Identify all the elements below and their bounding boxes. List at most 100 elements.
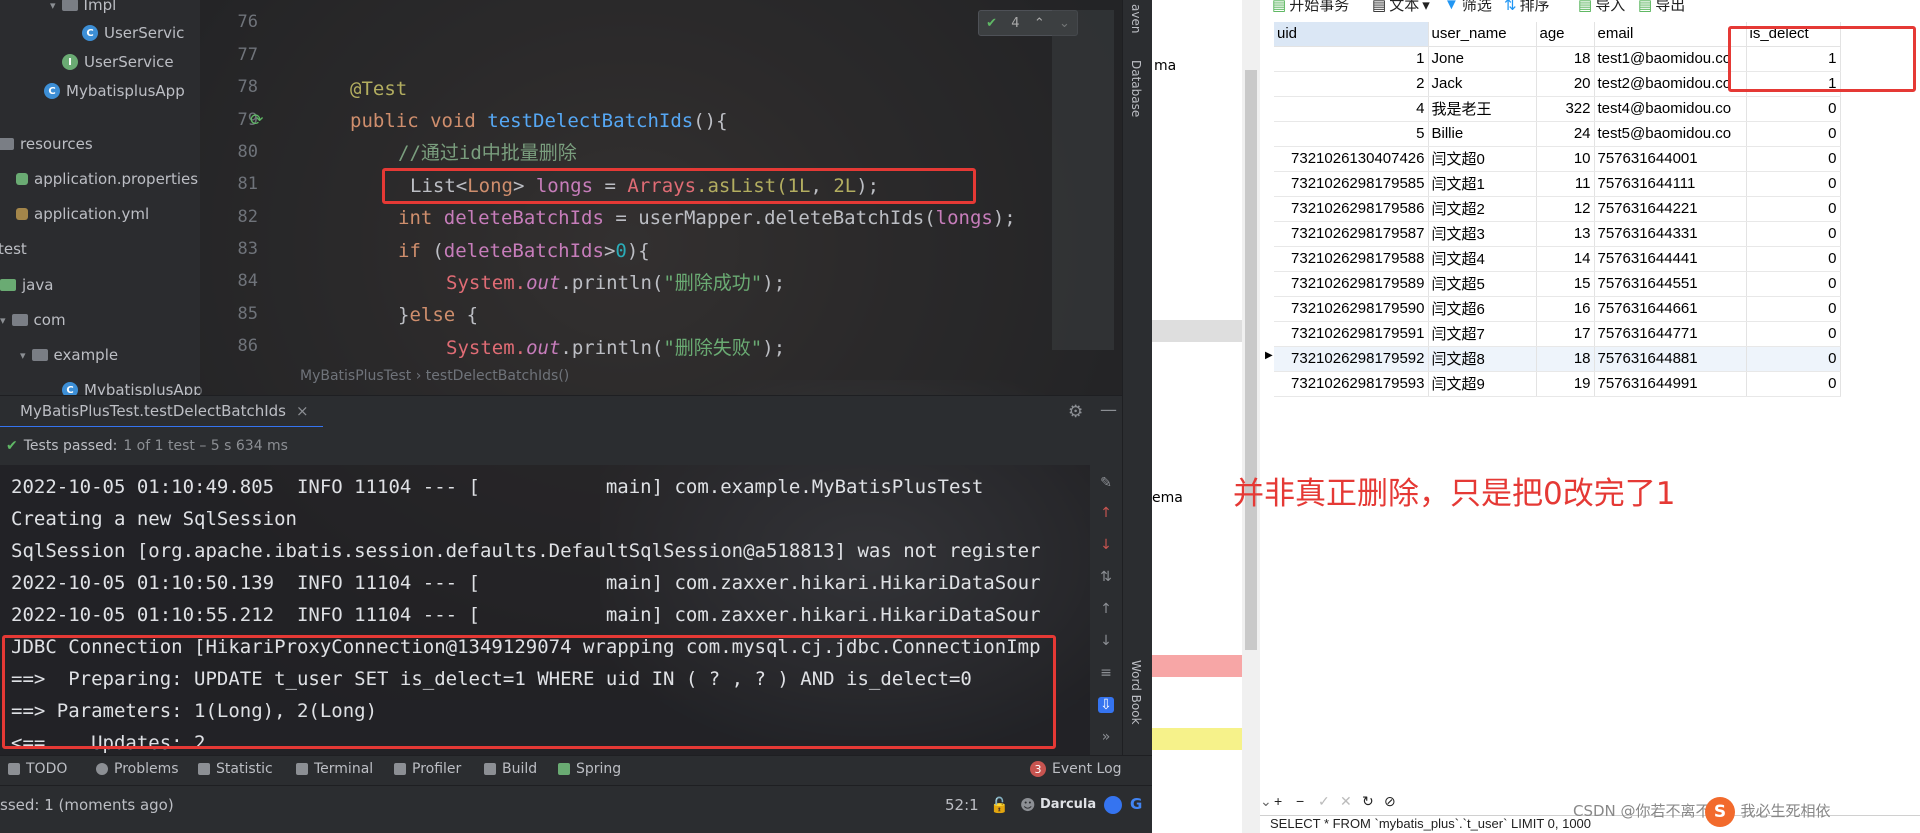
google-icon[interactable]: G: [1130, 795, 1142, 813]
gear-icon[interactable]: ⚙: [1068, 402, 1083, 422]
tree-item-test[interactable]: test: [0, 238, 27, 260]
table-row[interactable]: 5 Billie 24 test5@baomidou.co 0: [1274, 121, 1841, 147]
cell-uid[interactable]: 7321026298179590: [1274, 296, 1429, 322]
maven-tool-tab[interactable]: aven: [1129, 4, 1143, 33]
cell-is-delect[interactable]: 0: [1746, 371, 1841, 397]
cell-email[interactable]: 757631644441: [1594, 246, 1747, 272]
cell-is-delect[interactable]: 0: [1746, 221, 1841, 247]
scroll-to-end-icon[interactable]: ⇩: [1098, 697, 1114, 713]
tab-profiler[interactable]: Profiler: [394, 761, 461, 777]
table-row[interactable]: 7321026298179588 闫文超4 14 757631644441 0: [1274, 246, 1841, 272]
tab-terminal[interactable]: Terminal: [296, 761, 373, 777]
cell-uid[interactable]: 7321026298179588: [1274, 246, 1429, 272]
refresh-button[interactable]: ↻: [1362, 793, 1374, 810]
cell-is-delect[interactable]: 0: [1746, 171, 1841, 197]
cell-uid[interactable]: 7321026298179589: [1274, 271, 1429, 297]
tree-item-userservice-impl[interactable]: C UserServic: [82, 22, 184, 44]
column-header-uid[interactable]: uid: [1274, 22, 1429, 47]
vertical-scrollbar[interactable]: [1242, 0, 1260, 833]
table-row[interactable]: 7321026298179587 闫文超3 13 757631644331 0: [1274, 221, 1841, 247]
cell-is-delect[interactable]: 0: [1746, 271, 1841, 297]
table-row[interactable]: 7321026298179586 闫文超2 12 757631644221 0: [1274, 196, 1841, 222]
tree-item-application-yml[interactable]: application.yml: [16, 203, 149, 225]
cell-age[interactable]: 10: [1536, 146, 1595, 172]
cell-email[interactable]: 757631644001: [1594, 146, 1747, 172]
cell-age[interactable]: 16: [1536, 296, 1595, 322]
table-row[interactable]: 7321026298179585 闫文超1 11 757631644111 0: [1274, 171, 1841, 197]
table-row[interactable]: 7321026298179591 闫文超7 17 757631644771 0: [1274, 321, 1841, 347]
cell-email[interactable]: test1@baomidou.co: [1594, 46, 1747, 72]
cell-age[interactable]: 11: [1536, 171, 1595, 197]
cell-age[interactable]: 24: [1536, 121, 1595, 147]
table-row[interactable]: 7321026130407426 闫文超0 10 757631644001 0: [1274, 146, 1841, 172]
cell-age[interactable]: 12: [1536, 196, 1595, 222]
cell-email[interactable]: 757631644991: [1594, 371, 1747, 397]
caret-position[interactable]: 52:1: [945, 796, 979, 814]
cell-is-delect[interactable]: 0: [1746, 96, 1841, 122]
close-icon[interactable]: ×: [296, 402, 309, 420]
pencil-icon[interactable]: ✎: [1098, 475, 1114, 491]
cell-uid[interactable]: 7321026298179592: [1274, 346, 1429, 372]
tree-item-java[interactable]: java: [0, 274, 53, 296]
cell-user-name[interactable]: 闫文超0: [1428, 146, 1537, 172]
cell-uid[interactable]: 4: [1274, 96, 1429, 122]
more-icon[interactable]: »: [1098, 729, 1114, 745]
cell-uid[interactable]: 2: [1274, 71, 1429, 97]
cell-user-name[interactable]: 闫文超7: [1428, 321, 1537, 347]
cell-uid[interactable]: 7321026298179585: [1274, 171, 1429, 197]
cell-is-delect[interactable]: 0: [1746, 346, 1841, 372]
tab-event-log[interactable]: 3 Event Log: [1030, 761, 1122, 777]
chevron-up-icon[interactable]: ⌃: [1034, 16, 1045, 31]
tab-spring[interactable]: Spring: [558, 761, 621, 777]
cell-uid[interactable]: 5: [1274, 121, 1429, 147]
cell-email[interactable]: test5@baomidou.co: [1594, 121, 1747, 147]
cell-email[interactable]: 757631644881: [1594, 346, 1747, 372]
cell-user-name[interactable]: 闫文超4: [1428, 246, 1537, 272]
tree-item-userservice[interactable]: I UserService: [62, 51, 174, 73]
cell-email[interactable]: 757631644221: [1594, 196, 1747, 222]
tab-statistic[interactable]: Statistic: [198, 761, 273, 777]
editor-minimap[interactable]: [1052, 10, 1114, 350]
cell-uid[interactable]: 7321026298179591: [1274, 321, 1429, 347]
text-view-button[interactable]: ▤ 文本 ▾: [1372, 0, 1430, 15]
theme-indicator-icon[interactable]: [1104, 796, 1122, 814]
cell-email[interactable]: 757631644331: [1594, 221, 1747, 247]
filter-button[interactable]: ▼ 筛选: [1444, 0, 1492, 15]
cell-user-name[interactable]: 闫文超6: [1428, 296, 1537, 322]
column-header-user-name[interactable]: user_name: [1428, 22, 1537, 47]
import-button[interactable]: ▤ 导入: [1578, 0, 1625, 15]
tree-item-example[interactable]: ▾ example: [20, 344, 118, 366]
cell-age[interactable]: 18: [1536, 346, 1595, 372]
cell-uid[interactable]: 7321026298179586: [1274, 196, 1429, 222]
cell-is-delect[interactable]: 0: [1746, 246, 1841, 272]
cell-age[interactable]: 20: [1536, 71, 1595, 97]
cell-user-name[interactable]: 闫文超3: [1428, 221, 1537, 247]
cell-age[interactable]: 17: [1536, 321, 1595, 347]
word-book-tool-tab[interactable]: Word Book: [1129, 660, 1143, 725]
table-row[interactable]: 7321026298179589 闫文超5 15 757631644551 0: [1274, 271, 1841, 297]
table-row[interactable]: 7321026298179592 闫文超8 18 757631644881 0: [1274, 346, 1841, 372]
table-row[interactable]: 7321026298179593 闫文超9 19 757631644991 0: [1274, 371, 1841, 397]
run-test-icon[interactable]: ⟳: [250, 110, 270, 130]
cell-email[interactable]: test4@baomidou.co: [1594, 96, 1747, 122]
lock-icon[interactable]: 🔓: [990, 796, 1009, 814]
cell-uid[interactable]: 1: [1274, 46, 1429, 72]
cell-age[interactable]: 14: [1536, 246, 1595, 272]
cell-age[interactable]: 19: [1536, 371, 1595, 397]
cell-uid[interactable]: 7321026130407426: [1274, 146, 1429, 172]
tab-todo[interactable]: TODO: [8, 761, 67, 777]
soft-wrap-icon[interactable]: ≡: [1098, 665, 1114, 681]
cell-email[interactable]: 757631644771: [1594, 321, 1747, 347]
cell-is-delect[interactable]: 0: [1746, 296, 1841, 322]
discard-button[interactable]: ✕: [1340, 793, 1352, 810]
cell-is-delect[interactable]: 0: [1746, 196, 1841, 222]
minimize-icon[interactable]: —: [1100, 400, 1117, 420]
cell-age[interactable]: 18: [1536, 46, 1595, 72]
cell-is-delect[interactable]: 0: [1746, 321, 1841, 347]
cell-user-name[interactable]: 闫文超5: [1428, 271, 1537, 297]
cell-user-name[interactable]: Jone: [1428, 46, 1537, 72]
cell-uid[interactable]: 7321026298179587: [1274, 221, 1429, 247]
tree-item-resources[interactable]: resources: [0, 133, 93, 155]
cell-user-name[interactable]: Billie: [1428, 121, 1537, 147]
arrow-down-icon[interactable]: ↓: [1098, 537, 1114, 553]
